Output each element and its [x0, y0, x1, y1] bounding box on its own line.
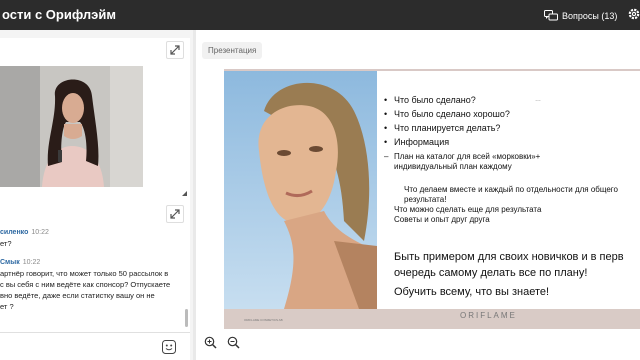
author-name: силенко	[0, 229, 29, 236]
slide-text: Советы и опыт друг друга	[394, 215, 490, 224]
slide-footer-band	[224, 309, 640, 329]
left-column: силенко 10:22 ет? Смык 10:22 артнёр говори…	[0, 30, 193, 360]
slide-mark: …	[535, 97, 541, 103]
slide-photo	[224, 71, 377, 309]
slide-subitem-cont: индивидуальный план каждому	[394, 162, 512, 171]
chat-scrollbar[interactable]	[185, 309, 188, 327]
presentation-slide: … Что было сделано? Что было сделано хор…	[224, 69, 640, 329]
zoom-in-icon[interactable]	[204, 336, 217, 349]
message-time: 10:22	[22, 259, 41, 266]
slide-bullet: Что было сделано хорошо?	[384, 109, 510, 119]
slide-subitem: План на каталог для всей «морковки»+	[384, 152, 540, 161]
expand-icon	[170, 209, 180, 219]
top-bar: ости с Орифлэйм Вопросы (13)	[0, 0, 640, 30]
message-time: 10:22	[31, 229, 49, 236]
message-author: Смык 10:22	[0, 259, 40, 266]
speaker-video	[0, 66, 143, 187]
author-name: Смык	[0, 259, 20, 266]
tab-presentation[interactable]: Презентация	[202, 42, 263, 59]
video-panel	[0, 38, 190, 224]
expand-icon	[170, 45, 180, 55]
emoji-icon[interactable]	[162, 340, 176, 354]
gear-icon[interactable]	[627, 7, 640, 21]
slide-bullet: Что планируется делать?	[384, 123, 500, 133]
message-text: артнёр говорит, что может только 50 расс…	[0, 269, 169, 278]
expand-chat-button[interactable]	[166, 205, 184, 223]
slide-bullet: Что было сделано?	[384, 95, 476, 105]
message-text: с вы себя с ним ведёте как спонсор? Отпу…	[0, 280, 171, 289]
questions-label: Вопросы (13)	[562, 11, 618, 21]
slide-text: результата!	[404, 195, 447, 204]
slide-bullet: Информация	[384, 137, 449, 147]
slide-text: Что делаем вместе и каждый по отдельност…	[404, 185, 618, 194]
slide-heading: очередь самому делать все по плану!	[394, 267, 588, 279]
brand-logo: ORIFLAME	[460, 311, 517, 320]
slide-text: Что можно сделать еще для результата	[394, 205, 542, 214]
resize-handle[interactable]	[182, 191, 187, 196]
presentation-area: Презентация … Что	[196, 30, 640, 360]
message-text: ет?	[0, 239, 12, 248]
chat-divider	[0, 332, 190, 333]
zoom-out-icon[interactable]	[227, 336, 240, 349]
questions-icon	[544, 10, 558, 21]
chat-panel: силенко 10:22 ет? Смык 10:22 артнёр говори…	[0, 201, 190, 360]
message-text: ет ?	[0, 302, 14, 311]
message-text: вно ведёте, даже если статистку вашу он …	[0, 291, 155, 300]
expand-video-button[interactable]	[166, 41, 184, 59]
message-author: силенко 10:22	[0, 229, 49, 236]
slide-heading: Быть примером для своих новичков и в пер…	[394, 251, 624, 263]
slide-fine-print: ORIFLAME COSMETICS AB	[244, 318, 283, 322]
slide-heading: Обучить всему, что вы знаете!	[394, 286, 550, 298]
webinar-title: ости с Орифлэйм	[2, 7, 116, 22]
questions-button[interactable]: Вопросы (13)	[544, 8, 617, 24]
